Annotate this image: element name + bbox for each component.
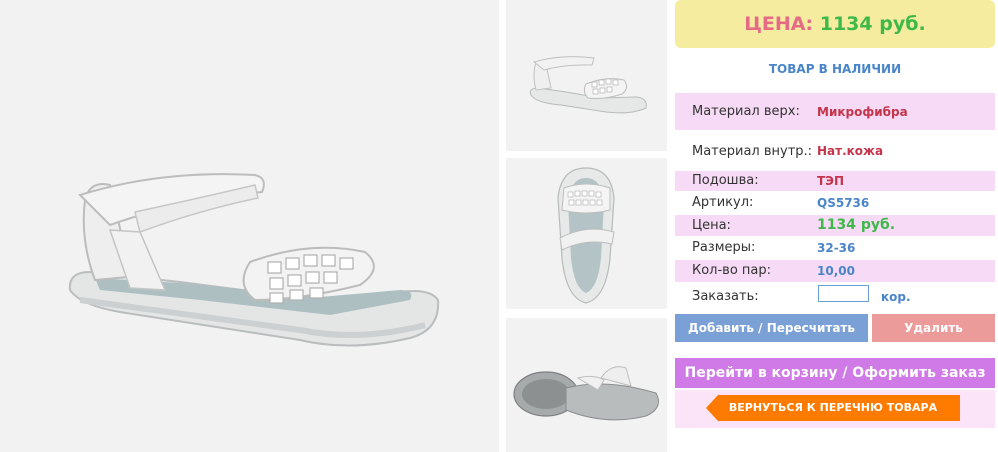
spec-label: Материал верх:	[692, 104, 800, 119]
thumbnail-3[interactable]	[506, 318, 667, 452]
order-row: Заказать: кор.	[675, 285, 995, 308]
add-recalculate-button[interactable]: Добавить / Пересчитать	[675, 314, 868, 342]
spec-value: 10,00	[817, 264, 855, 278]
order-quantity-input[interactable]	[818, 285, 869, 302]
thumbnail-2[interactable]	[506, 158, 667, 309]
spec-value: 1134 руб.	[817, 217, 896, 233]
price-banner: ЦЕНА: 1134 руб.	[675, 0, 995, 48]
spec-label: Размеры:	[692, 240, 756, 255]
sandal-side-image	[68, 173, 440, 347]
spec-row-price: Цена: 1134 руб.	[675, 215, 995, 236]
delete-button[interactable]: Удалить	[872, 314, 995, 342]
go-to-cart-button[interactable]: Перейти в корзину / Оформить заказ	[675, 358, 995, 388]
spec-label: Цена:	[692, 218, 731, 233]
spec-row-pairs: Кол-во пар: 10,00	[675, 260, 995, 282]
spec-row-material-top: Материал верх: Микрофибра	[675, 93, 995, 130]
spec-value: 32-36	[817, 241, 856, 255]
spec-value: Микрофибра	[817, 105, 908, 119]
spec-value: Нат.кожа	[817, 144, 884, 158]
spec-value: QS5736	[817, 196, 870, 210]
spec-label: Артикул:	[692, 195, 754, 210]
back-to-list-button[interactable]: ВЕРНУТЬСЯ К ПЕРЕЧНЮ ТОВАРА	[706, 395, 960, 421]
order-label: Заказать:	[692, 289, 759, 304]
price-label: ЦЕНА:	[744, 13, 814, 35]
spec-row-article: Артикул: QS5736	[675, 193, 995, 213]
order-unit: кор.	[881, 290, 911, 304]
stock-status: ТОВАР В НАЛИЧИИ	[768, 62, 902, 76]
price-value: 1134 руб.	[819, 13, 926, 35]
spec-label: Подошва:	[692, 173, 759, 188]
thumbnail-1[interactable]	[506, 0, 667, 151]
spec-row-sizes: Размеры: 32-36	[675, 238, 995, 258]
spec-label: Материал внутр.:	[692, 144, 813, 159]
spec-row-sole: Подошва: ТЭП	[675, 171, 995, 191]
sandal-thumb-top	[557, 167, 615, 304]
spec-label: Кол-во пар:	[692, 263, 772, 278]
sandal-thumb-side	[529, 56, 647, 114]
spec-row-material-inner: Материал внутр.: Нат.кожа	[675, 132, 995, 169]
sandal-thumb-sole	[513, 366, 659, 421]
spec-value: ТЭП	[817, 174, 845, 188]
main-product-image	[0, 0, 499, 452]
back-button-container: ВЕРНУТЬСЯ К ПЕРЕЧНЮ ТОВАРА	[675, 390, 995, 428]
